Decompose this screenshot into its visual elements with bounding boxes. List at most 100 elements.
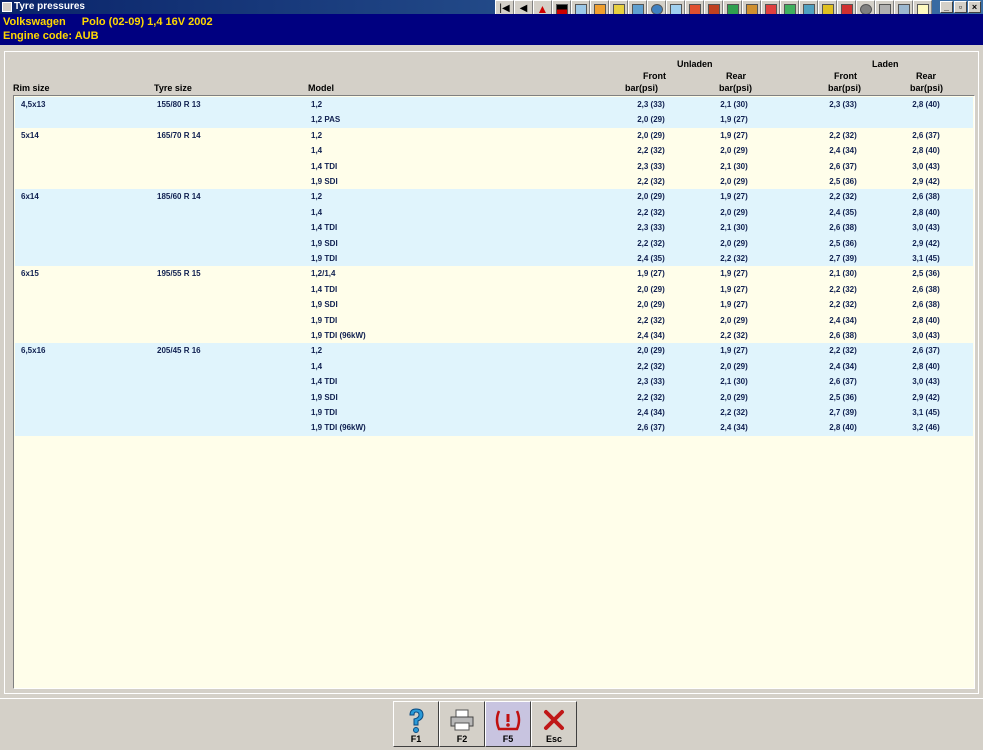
unladen-rear-cell: 2,0 (29) [720,315,748,325]
laden-rear-cell: 3,0 (43) [912,161,940,171]
laden-front-cell: 2,2 (32) [829,192,857,202]
model-cell: 1,4 TDI [311,161,338,171]
unladen-rear-cell: 2,0 (29) [720,177,748,186]
tyre-pressure-panel: Unladen Laden Front bar(psi) Rear bar(ps… [4,51,979,694]
tyre-size-cell: 205/45 R 16 [157,346,201,356]
header-rim-size: Rim size [13,83,50,93]
f1-help-button[interactable]: F1 [393,701,439,747]
help-icon [401,706,431,734]
table-row: 1,9 TDI 2,4 (35) 2,2 (32) 2,7 (39) 3,1 (45) [15,251,973,267]
model-cell: 1,9 SDI [311,300,338,310]
function-key-bar: F1 F2 F5 Esc [0,698,983,750]
minimize-icon[interactable]: _ [940,1,953,13]
table-row: 1,4 TDI 2,3 (33) 2,1 (30) 2,6 (37) 3,0 (43) [15,158,973,174]
header-unladen-rear: Rear [726,71,747,81]
unladen-front-cell: 2,2 (32) [637,361,665,371]
window-controls: _ ▫ × [940,1,981,13]
model-cell: 1,2/1,4 [311,269,336,279]
unladen-front-cell: 2,0 (29) [637,284,665,294]
header-laden-rear-unit: bar(psi) [910,83,944,93]
app-icon [2,2,12,12]
header-laden-front: Front [834,71,857,81]
vehicle-header: Volkswagen Polo (02-09) 1,4 16V 2002 Engi… [0,14,983,45]
laden-front-cell: 2,3 (33) [829,100,857,109]
unladen-rear-cell: 1,9 (27) [720,346,748,356]
table-row: 1,4 2,2 (32) 2,0 (29) 2,4 (34) 2,8 (40) [15,358,973,375]
engine-code: Engine code: AUB [3,30,99,42]
tyre-pressures-window: Tyre pressures |◀ ◀ ▲ _ ▫ × Volkswagen Po… [0,0,983,750]
unladen-rear-cell: 2,1 (30) [720,161,748,171]
model-cell: 1,2 [311,100,323,109]
header-unladen-front-unit: bar(psi) [625,83,659,93]
unladen-front-cell: 2,2 (32) [637,177,665,186]
header-unladen: Unladen [677,59,713,69]
f2-print-button[interactable]: F2 [439,701,485,747]
unladen-front-cell: 2,0 (29) [637,192,665,202]
unladen-front-cell: 2,2 (32) [637,392,665,402]
laden-rear-cell: 2,9 (42) [912,392,940,402]
tyre-pressure-warning-icon [493,706,523,734]
laden-front-cell: 2,6 (38) [829,331,857,340]
header-model: Model [308,83,334,93]
unladen-rear-cell: 1,9 (27) [720,300,748,310]
header-unladen-rear-unit: bar(psi) [719,83,753,93]
table-row: 1,2 PAS 2,0 (29) 1,9 (27) [15,112,973,128]
laden-front-cell: 2,6 (38) [829,223,857,233]
unladen-front-cell: 2,0 (29) [637,130,665,140]
table-row: 1,9 TDI 2,4 (34) 2,2 (32) 2,7 (39) 3,1 (45) [15,405,973,421]
printer-icon [447,706,477,734]
unladen-rear-cell: 1,9 (27) [720,130,748,140]
laden-rear-cell: 2,8 (40) [912,207,940,217]
laden-rear-cell: 2,8 (40) [912,361,940,371]
model-cell: 1,4 [311,146,323,156]
model-cell: 1,2 [311,130,323,140]
laden-front-cell: 2,7 (39) [829,408,857,417]
rim-size-cell: 4,5x13 [21,100,46,109]
laden-rear-cell: 2,8 (40) [912,100,940,109]
laden-front-cell: 2,2 (32) [829,300,857,310]
laden-front-cell: 2,8 (40) [829,423,857,433]
unladen-front-cell: 2,3 (33) [637,161,665,171]
model-cell: 1,9 TDI [311,408,338,417]
esc-close-button[interactable]: Esc [531,701,577,747]
model-cell: 1,9 SDI [311,177,338,186]
unladen-front-cell: 2,2 (32) [637,238,665,248]
unladen-front-cell: 2,2 (32) [637,207,665,217]
laden-rear-cell: 3,1 (45) [912,254,940,263]
unladen-front-cell: 2,0 (29) [637,115,665,125]
unladen-rear-cell: 2,1 (30) [720,100,748,109]
model-cell: 1,4 TDI [311,223,338,233]
laden-rear-cell: 2,6 (37) [912,130,940,140]
model-cell: 1,9 TDI (96kW) [311,423,366,433]
model-cell: 1,4 TDI [311,284,338,294]
unladen-front-cell: 2,2 (32) [637,315,665,325]
model-cell: 1,9 SDI [311,392,338,402]
unladen-rear-cell: 2,2 (32) [720,408,748,417]
unladen-rear-cell: 1,9 (27) [720,269,748,279]
laden-rear-cell: 2,6 (38) [912,192,940,202]
laden-rear-cell: 3,1 (45) [912,408,940,417]
restore-icon[interactable]: ▫ [954,1,967,13]
header-tyre-size: Tyre size [154,83,192,93]
header-laden-rear: Rear [916,71,937,81]
model-cell: 1,9 TDI [311,315,338,325]
laden-rear-cell: 3,0 (43) [912,377,940,387]
model-cell: 1,2 [311,346,323,356]
vehicle-model: Polo (02-09) 1,4 16V 2002 [81,16,213,28]
f1-label: F1 [410,734,422,744]
unladen-front-cell: 2,4 (34) [637,408,665,417]
laden-front-cell: 2,2 (32) [829,346,857,356]
rim-size-cell: 6x15 [21,269,39,279]
f5-label: F5 [502,734,514,744]
laden-front-cell: 2,4 (34) [829,361,857,371]
unladen-rear-cell: 2,0 (29) [720,392,748,402]
laden-front-cell: 2,4 (34) [829,146,857,156]
tyre-size-cell: 165/70 R 14 [157,130,201,140]
header-laden-front-unit: bar(psi) [828,83,862,93]
unladen-front-cell: 2,6 (37) [637,423,665,433]
unladen-front-cell: 2,3 (33) [637,377,665,387]
f5-tpms-button[interactable]: F5 [485,701,531,747]
laden-rear-cell: 2,9 (42) [912,177,940,186]
close-window-icon[interactable]: × [968,1,981,13]
laden-front-cell: 2,5 (36) [829,177,857,186]
